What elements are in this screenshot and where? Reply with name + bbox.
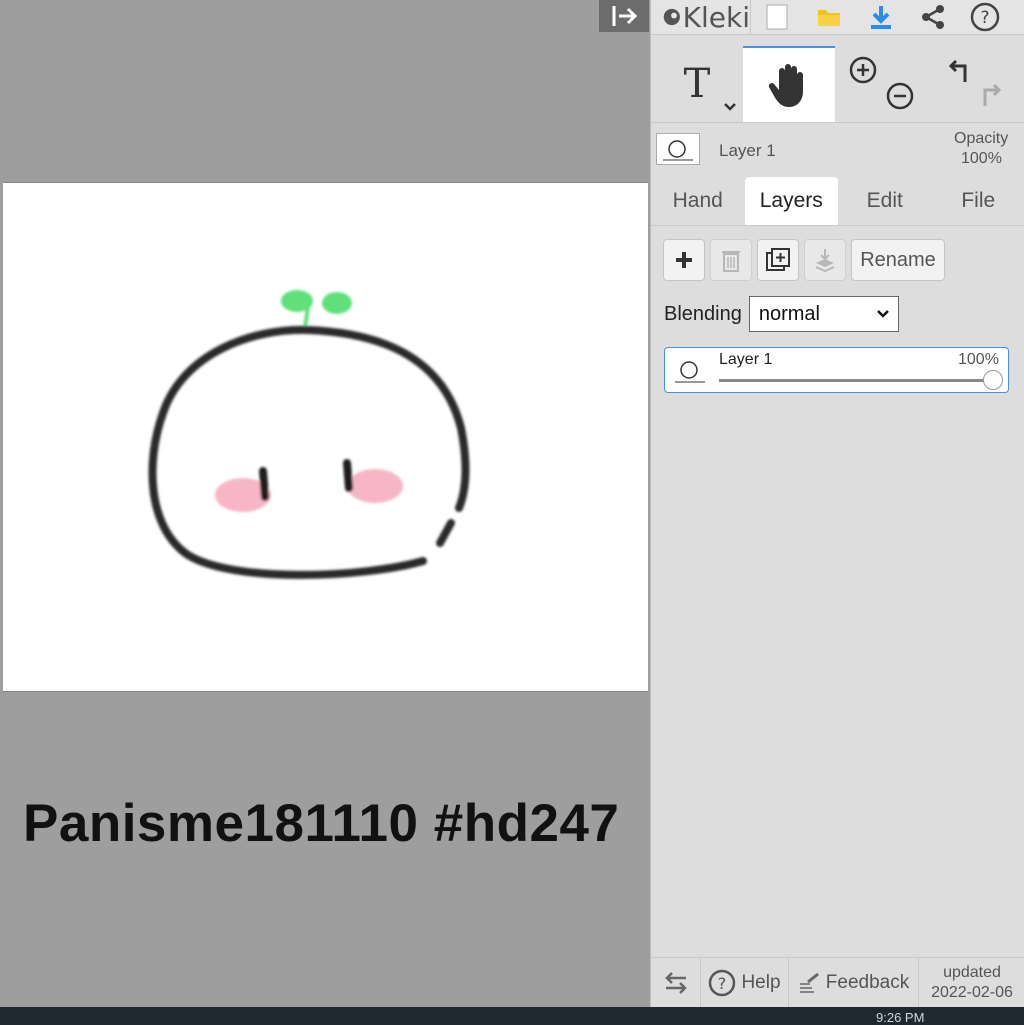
- plus-icon: [676, 252, 692, 268]
- layer-item-thumbnail: [669, 354, 711, 386]
- add-layer-button[interactable]: [663, 239, 705, 281]
- sprout-leaf: [322, 292, 352, 314]
- share-icon: [922, 5, 944, 29]
- current-layer-info: Layer 1 Opacity 100%: [651, 123, 1024, 178]
- eye-left: [259, 467, 269, 501]
- layer-list-item[interactable]: Layer 1 100%: [664, 347, 1009, 393]
- download-icon: [871, 6, 891, 29]
- help-label: Help: [741, 972, 781, 993]
- new-image-button[interactable]: [751, 0, 803, 34]
- merge-down-icon: [815, 249, 835, 273]
- app-name: Kleki: [682, 0, 750, 34]
- zoom-out-icon[interactable]: [886, 82, 914, 110]
- os-taskbar: [0, 1007, 1024, 1025]
- layer-opacity-fill: [719, 379, 993, 382]
- taskbar-clock: 9:26 PM: [876, 1010, 925, 1025]
- duplicate-layer-button[interactable]: [757, 239, 799, 281]
- layer-thumbnail: [656, 133, 700, 165]
- zoom-in-icon[interactable]: [849, 56, 877, 84]
- blending-select[interactable]: normal: [748, 296, 899, 332]
- tab-edit[interactable]: Edit: [838, 177, 932, 225]
- layer-actions: Rename: [663, 239, 945, 281]
- eye-right: [343, 459, 353, 492]
- current-layer-name: Layer 1: [719, 141, 776, 160]
- layer-opacity-slider[interactable]: [719, 379, 993, 382]
- chevron-down-icon: [876, 310, 889, 318]
- opacity-value: 100%: [961, 150, 1002, 167]
- hand-icon: [768, 64, 803, 107]
- opacity-label: Opacity: [954, 130, 1009, 147]
- kleki-logo[interactable]: Kleki: [651, 0, 751, 34]
- help-circle-icon: ?: [709, 969, 736, 997]
- footer-bar: ? Help Feedback updated 2022-02-06: [651, 957, 1024, 1008]
- tab-file[interactable]: File: [932, 177, 1024, 225]
- save-download-button[interactable]: [855, 0, 907, 34]
- swap-ui-button[interactable]: [651, 958, 701, 1008]
- layer-item-opacity: 100%: [958, 351, 999, 368]
- text-tool-icon: T: [683, 61, 711, 107]
- tool-row: T: [651, 46, 1024, 123]
- collapse-sidebar-button[interactable]: [599, 0, 649, 32]
- share-button[interactable]: [907, 0, 959, 34]
- svg-text:?: ?: [718, 974, 727, 993]
- undo-icon[interactable]: [943, 58, 973, 86]
- kleki-logo-icon: [663, 8, 680, 26]
- redo-icon[interactable]: [977, 82, 1007, 110]
- swap-arrows-icon: [664, 972, 687, 994]
- tab-hand[interactable]: Hand: [651, 177, 745, 225]
- tab-layers[interactable]: Layers: [744, 177, 838, 225]
- trash-icon: [722, 251, 740, 272]
- undo-redo-buttons: [927, 46, 1019, 122]
- updated-label: updated: [943, 964, 1001, 981]
- sidebar: Kleki ? T Layer 1 Opacity 100% Hand Laye…: [650, 0, 1024, 1008]
- version-info: updated 2022-02-06: [919, 958, 1024, 1008]
- face-outline: [148, 325, 470, 579]
- collapse-arrow-icon: [612, 6, 638, 26]
- help-icon: ?: [970, 2, 1000, 32]
- drawing-canvas[interactable]: Panisme181110 #hd247: [3, 182, 648, 853]
- zoom-buttons: [835, 46, 927, 122]
- text-tool-button[interactable]: T: [651, 46, 743, 122]
- updated-date: 2022-02-06: [931, 984, 1013, 1001]
- feedback-link[interactable]: Feedback: [789, 958, 919, 1008]
- feedback-label: Feedback: [825, 972, 910, 993]
- open-file-button[interactable]: [803, 0, 855, 34]
- blending-value: normal: [758, 302, 820, 325]
- blush-right: [347, 469, 403, 503]
- drawing-workspace[interactable]: Panisme181110 #hd247: [0, 0, 650, 1007]
- merge-layer-button[interactable]: [804, 239, 846, 281]
- pencil-note-icon: [799, 972, 819, 993]
- chevron-down-icon[interactable]: [723, 102, 737, 112]
- help-button[interactable]: ?: [959, 0, 1011, 34]
- help-link[interactable]: ? Help: [701, 958, 789, 1008]
- layer-item-name: Layer 1: [719, 351, 773, 368]
- new-file-icon: [766, 4, 788, 30]
- top-bar: Kleki ?: [651, 0, 1024, 35]
- folder-icon: [818, 10, 840, 26]
- blending-label: Blending: [664, 302, 742, 325]
- blending-row: Blending normal: [664, 296, 899, 332]
- canvas-caption: Panisme181110 #hd247: [23, 794, 620, 853]
- panel-tabs: Hand Layers Edit File: [651, 177, 1024, 226]
- layer-opacity-handle[interactable]: [983, 370, 1003, 390]
- svg-text:?: ?: [980, 8, 989, 28]
- hand-tool-button[interactable]: [743, 46, 835, 122]
- delete-layer-button[interactable]: [710, 239, 752, 281]
- rename-layer-button[interactable]: Rename: [851, 239, 945, 281]
- canvas-drawing: [148, 290, 470, 579]
- duplicate-icon: [766, 248, 790, 271]
